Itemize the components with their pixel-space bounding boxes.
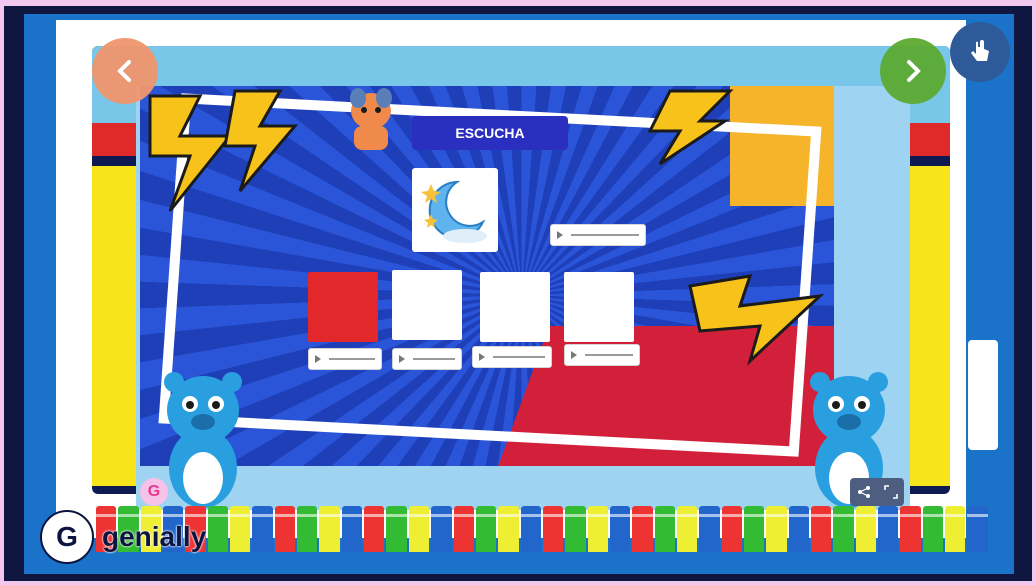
crayon [475,506,497,552]
slide-title: ESCUCHA [412,116,568,150]
crayon [766,506,788,552]
crayon [855,506,877,552]
audio-track[interactable] [329,358,375,360]
crayon [632,506,653,552]
crayon [408,506,430,552]
crayon [252,506,274,552]
lightning-left-icon [148,89,299,212]
crayon [922,506,944,552]
dog-character-icon [350,88,392,150]
crayon [609,506,631,552]
crayon [699,506,720,552]
crayon [721,506,743,552]
genially-g-icon: G [40,510,94,564]
interact-toggle-button[interactable] [950,22,1010,82]
share-fullscreen-controls[interactable] [850,478,904,506]
lightning-top-right-icon [647,89,734,166]
crayon [542,506,564,552]
choice-card-2[interactable] [392,270,462,340]
crayon [878,506,899,552]
slide-panel: ESCUCHA [136,86,910,510]
crayon [453,506,475,552]
next-slide-button[interactable] [880,38,946,104]
crayon [788,506,810,552]
lightning-right-icon [688,274,825,366]
genially-wordmark: genially [102,521,207,552]
crayon [676,506,698,552]
crayon [833,506,855,552]
audio-track[interactable] [571,234,639,236]
crayon [386,506,408,552]
audio-track[interactable] [585,354,633,356]
genially-logo[interactable]: G genially [40,510,206,564]
crayon [811,506,832,552]
crayon [587,506,609,552]
play-icon[interactable] [557,231,563,239]
crayon [565,506,586,552]
crayon [654,506,676,552]
expand-icon[interactable] [883,485,898,499]
audio-track[interactable] [413,358,455,360]
crayon [900,506,922,552]
crayon [945,506,966,552]
crayon-border [96,506,989,552]
prev-slide-button[interactable] [92,38,158,104]
crayon [520,506,542,552]
hand-pointer-icon [971,40,989,61]
bear-mascot-left-icon [164,372,242,508]
audio-track[interactable] [493,356,545,358]
crayon [341,506,363,552]
crayon [743,506,765,552]
share-icon[interactable] [857,485,871,499]
play-icon[interactable] [571,351,577,359]
genially-badge[interactable]: G [140,478,168,506]
audio-player-2[interactable] [392,348,462,370]
audio-player-4[interactable] [564,344,640,366]
genially-mark-letter: G [56,521,78,552]
play-icon[interactable] [479,353,485,361]
crayon [431,506,452,552]
audio-player-1[interactable] [308,348,382,370]
play-icon[interactable] [399,355,405,363]
moon-stars-icon [421,180,487,243]
crayon [297,506,318,552]
crayon [319,506,341,552]
choice-card-1[interactable] [308,272,378,342]
audio-player-main[interactable] [550,224,646,246]
crayon [274,506,296,552]
chevron-left-icon [117,60,131,82]
choice-card-3[interactable] [480,272,550,342]
comic-yellow-left [92,166,136,486]
moon-image-card [412,168,498,252]
side-card [968,340,998,450]
crayon [498,506,519,552]
chevron-right-icon [907,60,921,82]
choice-card-4[interactable] [564,272,634,342]
background-stripe [962,42,1014,542]
crayon [967,506,989,552]
audio-player-3[interactable] [472,346,552,368]
crayon [230,506,251,552]
genially-badge-letter: G [147,483,161,500]
crayon [364,506,385,552]
crayon [207,506,229,552]
play-icon[interactable] [315,355,321,363]
comic-yellow-right [906,166,950,486]
